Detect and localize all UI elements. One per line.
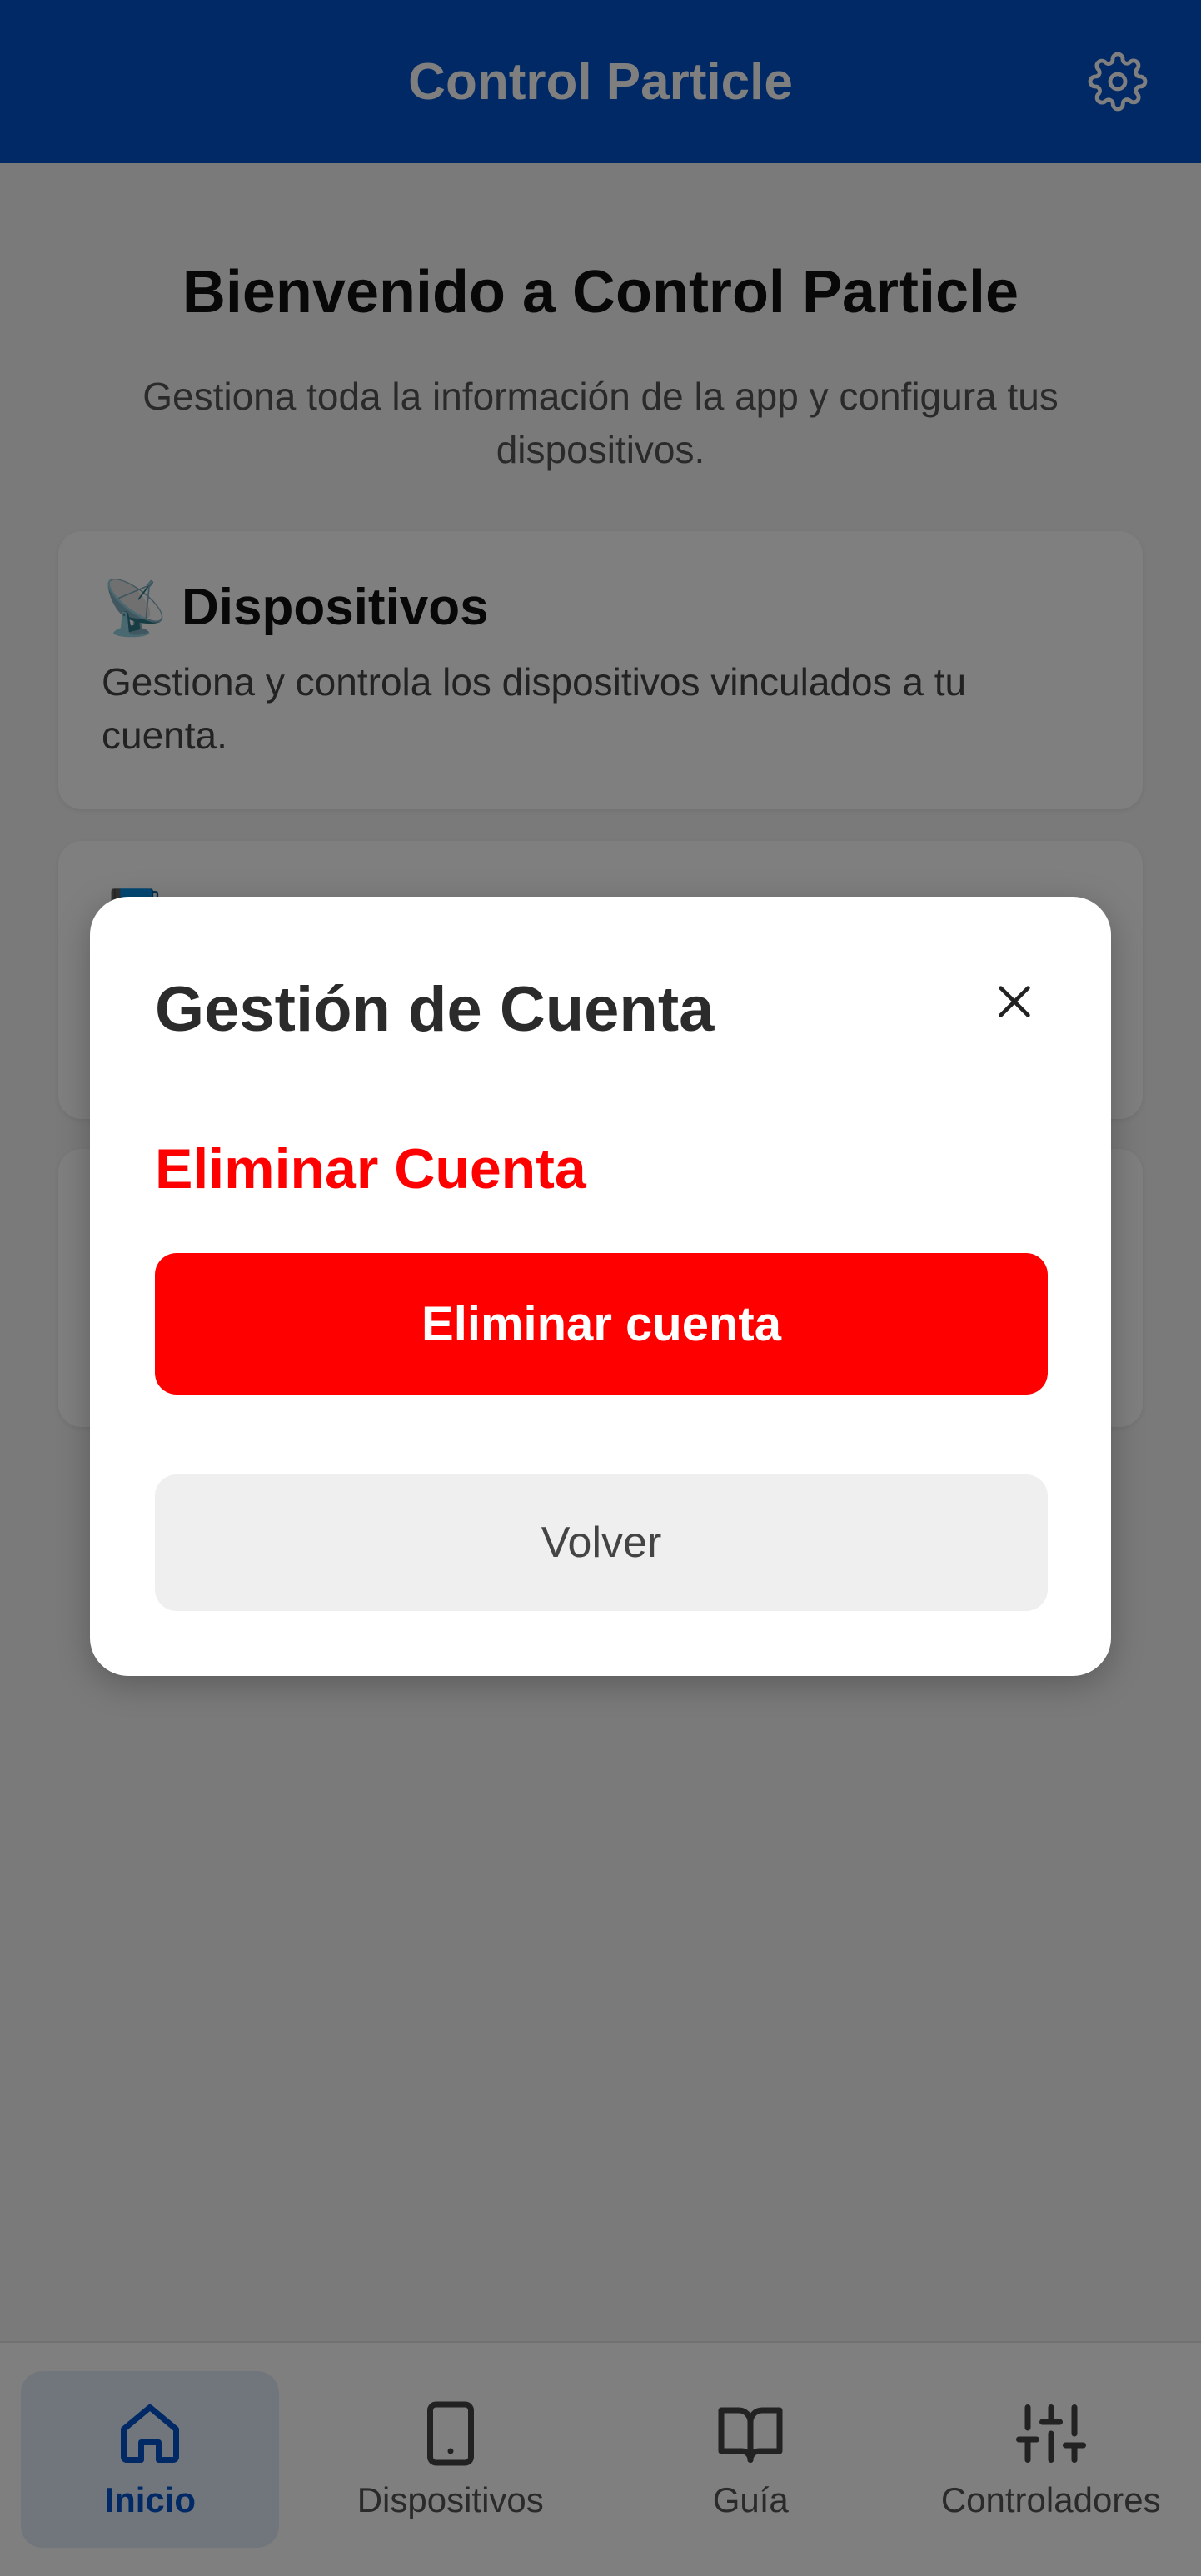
modal-title: Gestión de Cuenta — [155, 974, 715, 1045]
delete-account-button[interactable]: Eliminar cuenta — [155, 1253, 1048, 1395]
back-button[interactable]: Volver — [155, 1474, 1048, 1611]
account-modal: Gestión de Cuenta Eliminar Cuenta Elimin… — [90, 897, 1111, 1676]
close-icon[interactable] — [984, 972, 1044, 1032]
delete-account-heading: Eliminar Cuenta — [155, 1137, 586, 1201]
app-root: Control Particle Bienvenido a Control Pa… — [0, 0, 1201, 2576]
